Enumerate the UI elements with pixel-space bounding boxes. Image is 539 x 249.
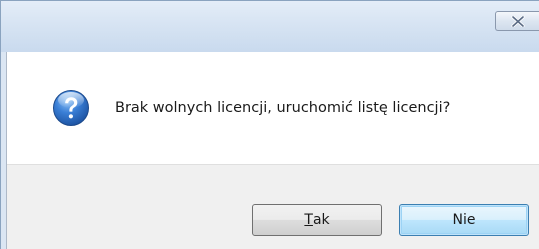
- close-button[interactable]: [495, 11, 539, 31]
- close-x-icon: [510, 12, 525, 31]
- no-label: Nie: [452, 212, 476, 228]
- message-dialog: Brak wolnych licencji, uruchomić listę l…: [0, 0, 539, 249]
- yes-label: ak: [312, 212, 330, 228]
- message-area: Brak wolnych licencji, uruchomić listę l…: [7, 52, 539, 164]
- message-text: Brak wolnych licencji, uruchomić listę l…: [115, 100, 451, 116]
- dialog-client-area: Brak wolnych licencji, uruchomić listę l…: [6, 52, 539, 249]
- question-icon: [52, 89, 90, 127]
- button-bar: Tak Nie: [7, 164, 539, 249]
- title-bar[interactable]: [1, 1, 539, 52]
- no-button[interactable]: Nie: [399, 204, 529, 236]
- yes-mnemonic: T: [304, 212, 313, 228]
- yes-button[interactable]: Tak: [252, 204, 382, 236]
